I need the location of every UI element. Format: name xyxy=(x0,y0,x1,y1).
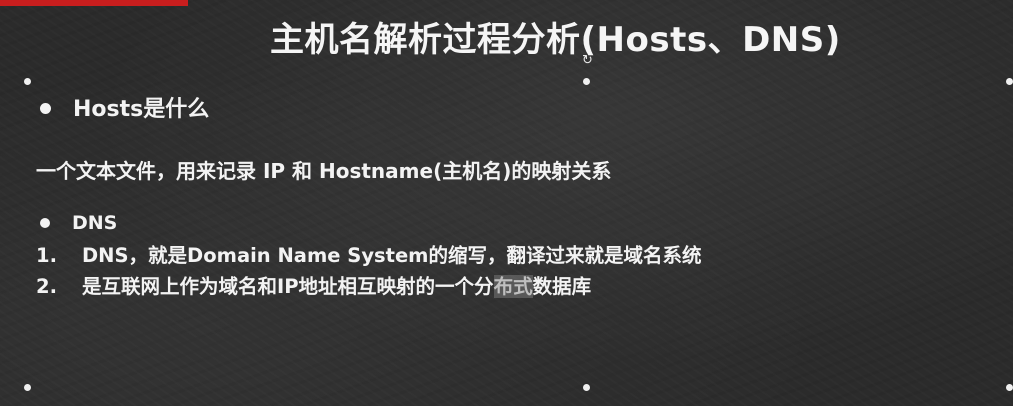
resize-handle-top-left[interactable] xyxy=(24,78,31,85)
dns-heading: DNS xyxy=(40,212,117,234)
dns-heading-label: DNS xyxy=(72,212,118,234)
list-number: 1. xyxy=(36,244,57,267)
dns-list-item: 2. 是互联网上作为域名和IP地址相互映射的一个分布式数据库 xyxy=(36,270,591,299)
list-number: 2. xyxy=(36,275,57,298)
list-item-text: DNS，就是Domain Name System的缩写，翻译过来就是域名系统 xyxy=(82,244,702,267)
resize-handle-bottom-right[interactable] xyxy=(1006,384,1013,391)
rotate-handle-icon[interactable]: ↻ xyxy=(582,54,593,67)
resize-handle-bottom-left[interactable] xyxy=(24,384,31,391)
accent-bar xyxy=(0,0,188,6)
hosts-description: 一个文本文件，用来记录 IP 和 Hostname(主机名)的映射关系 xyxy=(36,159,612,183)
list-item-text-tail: 数据库 xyxy=(532,275,592,298)
list-item-text: 是互联网上作为域名和IP地址相互映射的一个分 xyxy=(82,275,494,298)
resize-handle-top-center[interactable] xyxy=(583,78,590,85)
hosts-heading-label: Hosts是什么 xyxy=(73,97,210,122)
slide-title[interactable]: 主机名解析过程分析(Hosts、DNS) xyxy=(270,12,841,61)
hosts-heading: Hosts是什么 xyxy=(40,91,209,123)
resize-handle-top-right[interactable] xyxy=(1006,78,1013,85)
resize-handle-bottom-center[interactable] xyxy=(583,384,590,391)
text-selection-highlight[interactable]: 布式 xyxy=(493,275,533,298)
dns-list-item: 1. DNS，就是Domain Name System的缩写，翻译过来就是域名系统 xyxy=(36,239,702,268)
bullet-dot-icon xyxy=(40,217,50,228)
bullet-dot-icon xyxy=(40,102,51,114)
